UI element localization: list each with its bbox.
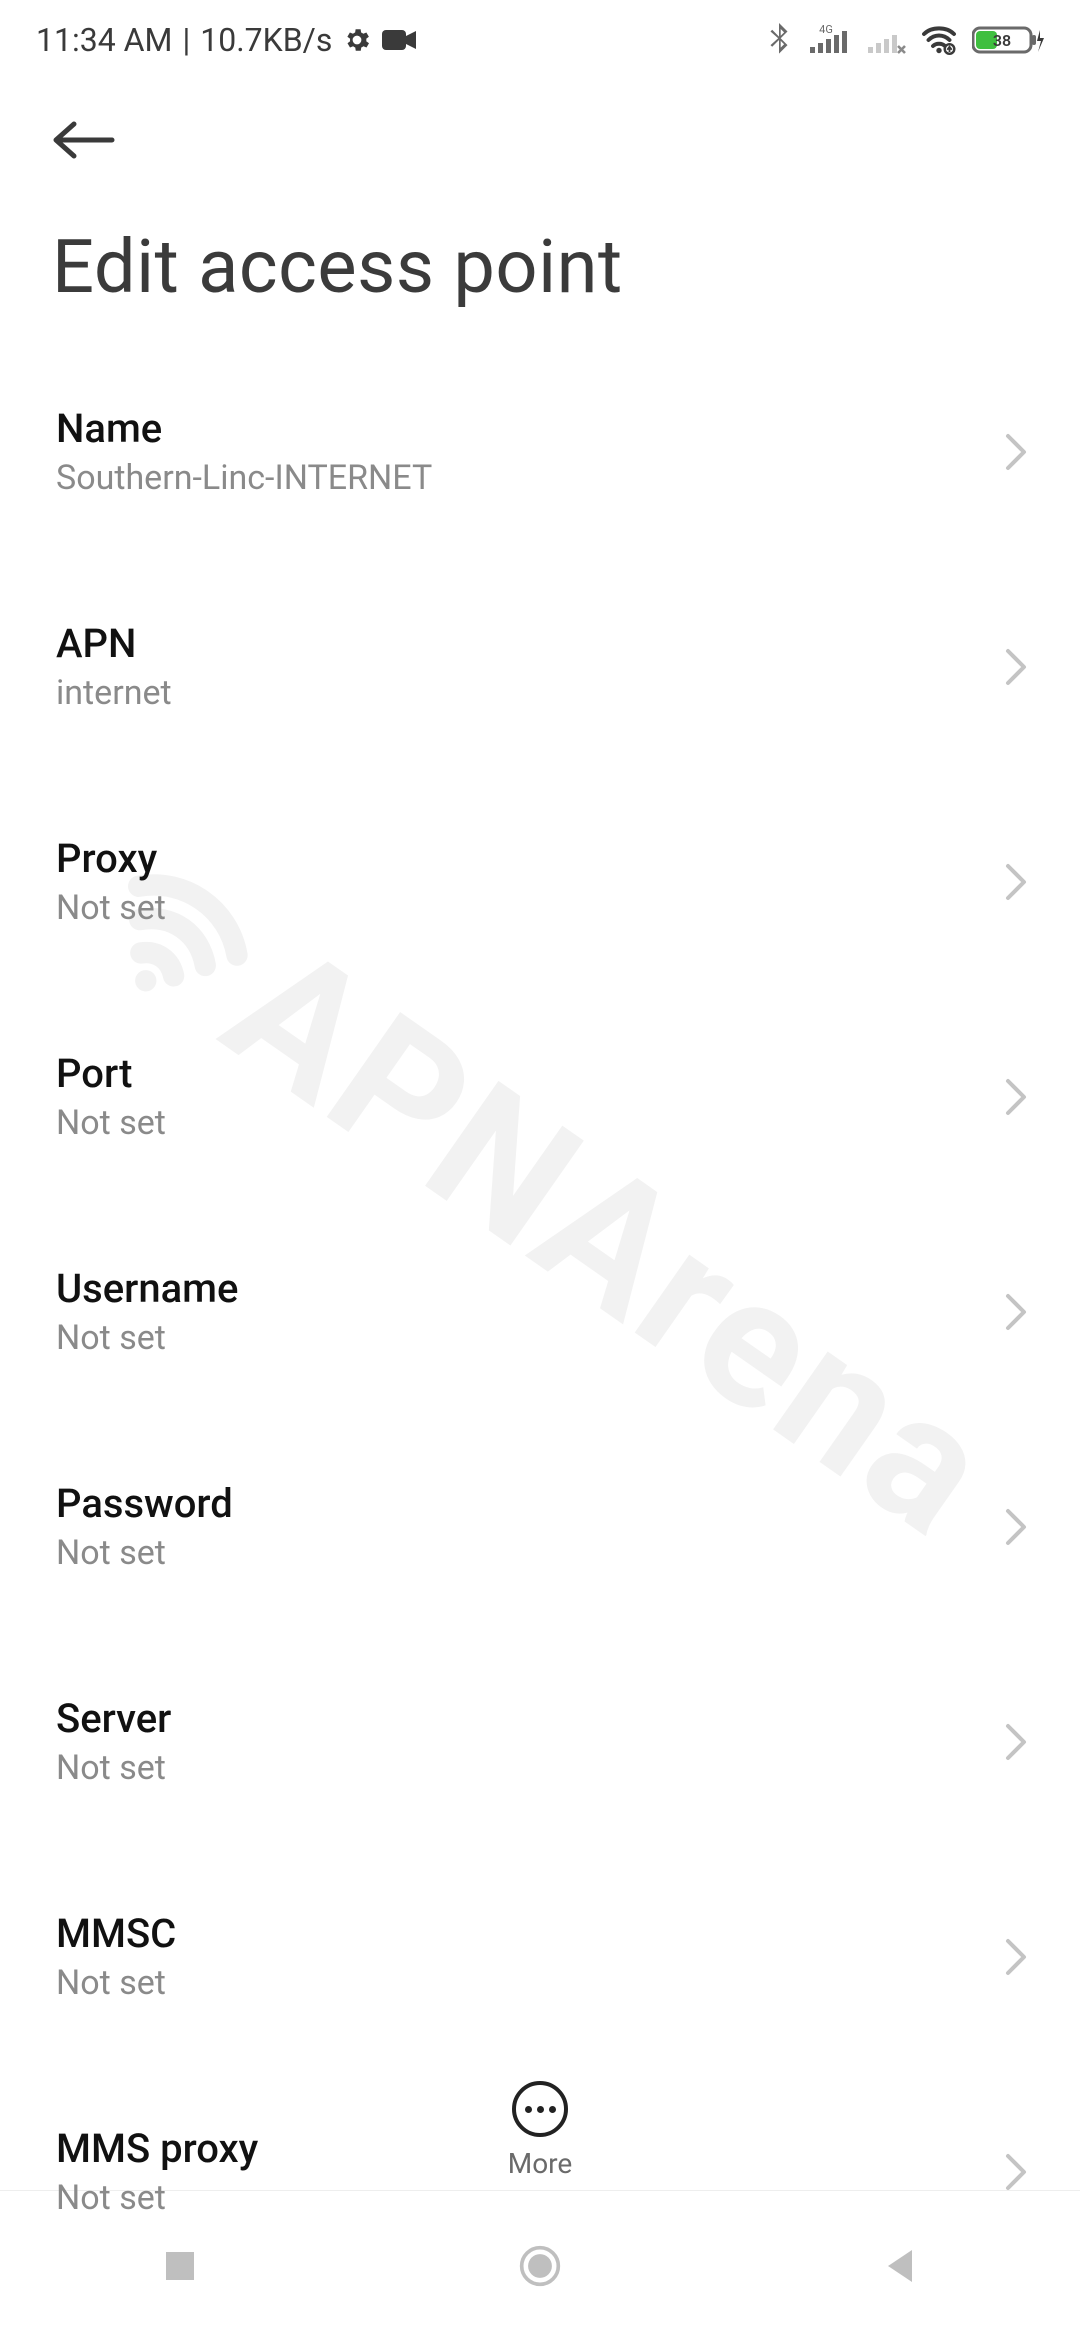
- setting-row-proxy[interactable]: Proxy Not set: [0, 801, 1080, 962]
- settings-gear-icon: [342, 25, 372, 55]
- setting-value: Southern-Linc-INTERNET: [56, 458, 432, 498]
- page-title: Edit access point: [0, 176, 1080, 331]
- svg-text:4G: 4G: [819, 23, 833, 36]
- chevron-right-icon: [1004, 1507, 1028, 1547]
- signal-nosim-icon: [862, 23, 906, 57]
- svg-text:38: 38: [993, 31, 1011, 50]
- setting-row-name[interactable]: Name Southern-Linc-INTERNET: [0, 371, 1080, 532]
- status-net-speed: 10.7KB/s: [200, 21, 332, 59]
- setting-label: Server: [56, 1695, 171, 1742]
- chevron-right-icon: [1004, 1292, 1028, 1332]
- setting-value: Not set: [56, 888, 166, 928]
- setting-value: Not set: [56, 1963, 176, 2003]
- setting-value: Not set: [56, 1533, 233, 1573]
- back-button[interactable]: [48, 104, 120, 176]
- setting-value: Not set: [56, 2178, 258, 2218]
- status-time: 11:34 AM: [36, 21, 172, 59]
- setting-label: Name: [56, 405, 432, 452]
- setting-row-mms-proxy[interactable]: MMS proxy Not set: [0, 2091, 1080, 2251]
- chevron-right-icon: [1004, 2152, 1028, 2192]
- setting-row-password[interactable]: Password Not set: [0, 1446, 1080, 1607]
- setting-row-apn[interactable]: APN internet: [0, 586, 1080, 747]
- status-bar: 11:34 AM | 10.7KB/s 4G: [0, 0, 1080, 80]
- setting-value: Not set: [56, 1748, 171, 1788]
- setting-value: Not set: [56, 1103, 166, 1143]
- chevron-right-icon: [1004, 1937, 1028, 1977]
- chevron-right-icon: [1004, 1077, 1028, 1117]
- setting-value: internet: [56, 673, 172, 713]
- status-separator: |: [182, 21, 190, 59]
- bluetooth-icon: [768, 23, 790, 57]
- setting-label: MMS proxy: [56, 2125, 258, 2172]
- setting-label: Password: [56, 1480, 233, 1527]
- chevron-right-icon: [1004, 1722, 1028, 1762]
- setting-label: Proxy: [56, 835, 166, 882]
- square-icon: [162, 2248, 198, 2284]
- setting-row-username[interactable]: Username Not set: [0, 1231, 1080, 1392]
- setting-label: Port: [56, 1050, 166, 1097]
- chevron-right-icon: [1004, 432, 1028, 472]
- setting-row-port[interactable]: Port Not set: [0, 1016, 1080, 1177]
- setting-label: MMSC: [56, 1910, 176, 1957]
- wifi-icon: [920, 25, 958, 55]
- chevron-right-icon: [1004, 647, 1028, 687]
- setting-label: APN: [56, 620, 172, 667]
- signal-4g-icon: 4G: [804, 23, 848, 57]
- setting-label: Username: [56, 1265, 238, 1312]
- settings-list: Name Southern-Linc-INTERNET APN internet…: [0, 331, 1080, 2251]
- setting-row-mmsc[interactable]: MMSC Not set: [0, 1876, 1080, 2037]
- setting-value: Not set: [56, 1318, 238, 1358]
- arrow-left-icon: [52, 120, 116, 160]
- chevron-right-icon: [1004, 862, 1028, 902]
- video-camera-icon: [382, 28, 416, 52]
- battery-icon: 38: [972, 24, 1044, 56]
- triangle-left-icon: [882, 2246, 918, 2286]
- setting-row-server[interactable]: Server Not set: [0, 1661, 1080, 1822]
